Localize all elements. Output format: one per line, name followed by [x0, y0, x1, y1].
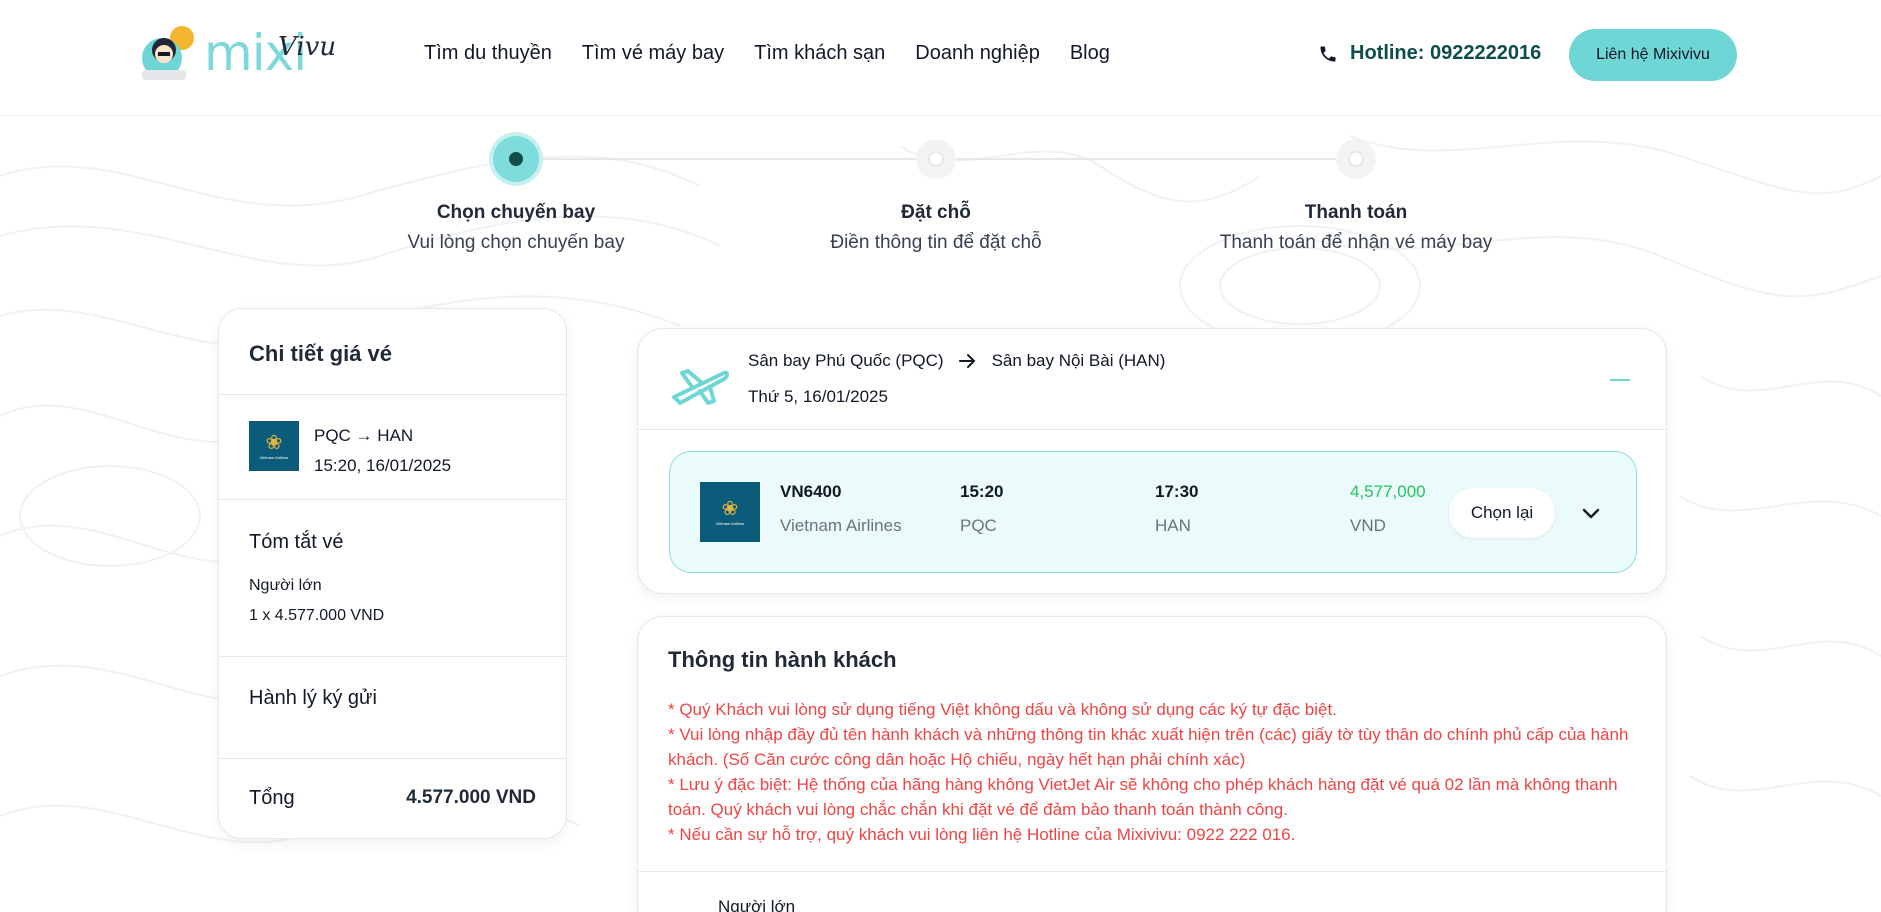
reselect-button[interactable]: Chọn lại [1449, 488, 1555, 538]
step-booking: Đặt chỗ Điền thông tin để đặt chỗ [786, 202, 1086, 254]
price-detail-card: Chi tiết giá vé ❀ Vietnam Airlines PQC →… [218, 308, 567, 839]
flight-route: Sân bay Phú Quốc (PQC) Sân bay Nội Bài (… [748, 351, 1165, 371]
phone-icon [1320, 46, 1336, 61]
passenger-notes: * Quý Khách vui lòng sử dụng tiếng Việt … [668, 697, 1638, 847]
flight-number-col: VN6400 Vietnam Airlines [780, 482, 902, 536]
nav-flights[interactable]: Tìm vé máy bay [582, 42, 724, 65]
passenger-info-card: Thông tin hành khách * Quý Khách vui lòn… [637, 616, 1667, 912]
step-payment: Thanh toán Thanh toán để nhận vé máy bay [1206, 202, 1506, 254]
departure-col: 15:20 PQC [960, 482, 1003, 536]
step-select-flight: Chọn chuyến bay Vui lòng chọn chuyến bay [366, 202, 666, 254]
passenger-price: 1 x 4.577.000 VND [249, 607, 385, 624]
total-label: Tổng [249, 787, 295, 809]
airline-name: Vietnam Airlines [780, 516, 902, 535]
divider [638, 871, 1666, 872]
flight-card: Sân bay Phú Quốc (PQC) Sân bay Nội Bài (… [637, 328, 1667, 594]
departure-code: PQC [960, 516, 997, 535]
vietnam-airlines-logo: ❀ Vietnam Airlines [249, 421, 299, 471]
departure-time: 15:20 [960, 482, 1004, 501]
booking-stepper: Chọn chuyến bay Vui lòng chọn chuyến bay… [0, 136, 1881, 266]
flight-price: 4,577,000 [1350, 482, 1426, 501]
step-subtitle: Vui lòng chọn chuyến bay [407, 232, 625, 253]
main-nav: Tìm du thuyền Tìm vé máy bay Tìm khách s… [424, 42, 1110, 65]
airplane-icon [672, 369, 729, 405]
vietnam-airlines-logo: ❀ Vietnam Airlines [700, 482, 760, 542]
origin-airport: Sân bay Phú Quốc (PQC) [748, 351, 944, 370]
step-title: Chọn chuyến bay [436, 202, 596, 223]
total-value: 4.577.000 VND [406, 787, 536, 808]
price-route-label: PQC → HAN [314, 426, 414, 445]
divider [219, 394, 566, 395]
arrow-right-icon [958, 354, 976, 368]
ticket-summary-title: Tóm tắt vé [249, 531, 344, 553]
divider [638, 429, 1666, 430]
flight-airline-logo: ❀ Vietnam Airlines [700, 482, 760, 542]
arrival-time: 17:30 [1155, 482, 1199, 501]
step-subtitle: Thanh toán để nhận vé máy bay [1219, 232, 1493, 253]
arrival-code: HAN [1155, 516, 1191, 535]
airline-logo-text: Vietnam Airlines [259, 454, 289, 460]
logo-script-text: Vivu [278, 32, 337, 62]
site-header: mixi Vivu Tìm du thuyền Tìm vé máy bay T… [0, 0, 1881, 116]
price-route: ❀ Vietnam Airlines PQC → HAN 15:20, 16/0… [249, 421, 451, 481]
adult-passenger-label: Người lớn [718, 897, 796, 912]
collapse-icon[interactable] [1610, 379, 1630, 381]
step-title: Đặt chỗ [901, 202, 971, 223]
contact-button[interactable]: Liên hệ Mixivivu [1569, 29, 1737, 81]
step-subtitle: Điền thông tin để đặt chỗ [830, 232, 1042, 253]
lotus-icon: ❀ [721, 497, 739, 520]
note-item: * Quý Khách vui lòng sử dụng tiếng Việt … [668, 700, 1337, 719]
hotline-text: Hotline: 0922222016 [1350, 42, 1542, 64]
note-item: * Vui lòng nhập đầy đủ tên hành khách và… [668, 725, 1629, 769]
lotus-icon: ❀ [265, 431, 283, 454]
flight-date: Thứ 5, 16/01/2025 [748, 387, 888, 406]
destination-airport: Sân bay Nội Bài (HAN) [991, 351, 1166, 370]
price-col: 4,577,000 VND [1350, 482, 1426, 536]
step-title: Thanh toán [1304, 202, 1408, 223]
step-indicator [916, 139, 956, 179]
divider [219, 656, 566, 657]
nav-hotels[interactable]: Tìm khách sạn [754, 42, 885, 65]
chevron-down-icon[interactable] [1580, 502, 1602, 524]
mixivivu-logo[interactable]: mixi Vivu [134, 20, 337, 82]
note-item: * Lưu ý đặc biệt: Hệ thống của hãng hàng… [668, 775, 1618, 819]
step-indicator [1336, 139, 1376, 179]
airline-logo-text: Vietnam Airlines [715, 520, 745, 526]
nav-cruise[interactable]: Tìm du thuyền [424, 42, 552, 65]
divider [219, 499, 566, 500]
hotline[interactable]: Hotline: 0922222016 [1318, 42, 1541, 65]
baggage-title: Hành lý ký gửi [249, 687, 377, 709]
step-connector [936, 158, 1356, 160]
nav-blog[interactable]: Blog [1070, 42, 1110, 65]
step-connector [516, 158, 936, 160]
flight-number: VN6400 [780, 482, 842, 501]
price-route-datetime: 15:20, 16/01/2025 [314, 456, 452, 475]
price-detail-title: Chi tiết giá vé [249, 341, 393, 366]
mascot-icon [142, 26, 194, 80]
note-item: * Nếu cần sự hỗ trợ, quý khách vui lòng … [668, 825, 1296, 844]
passenger-info-title: Thông tin hành khách [668, 647, 897, 672]
passenger-type: Người lớn [249, 577, 322, 594]
flight-currency: VND [1350, 516, 1386, 535]
selected-flight-row[interactable]: ❀ Vietnam Airlines VN6400 Vietnam Airlin… [669, 451, 1637, 573]
arrival-col: 17:30 HAN [1155, 482, 1198, 536]
step-indicator-active [493, 136, 539, 182]
divider [219, 758, 566, 759]
nav-business[interactable]: Doanh nghiệp [915, 42, 1040, 65]
